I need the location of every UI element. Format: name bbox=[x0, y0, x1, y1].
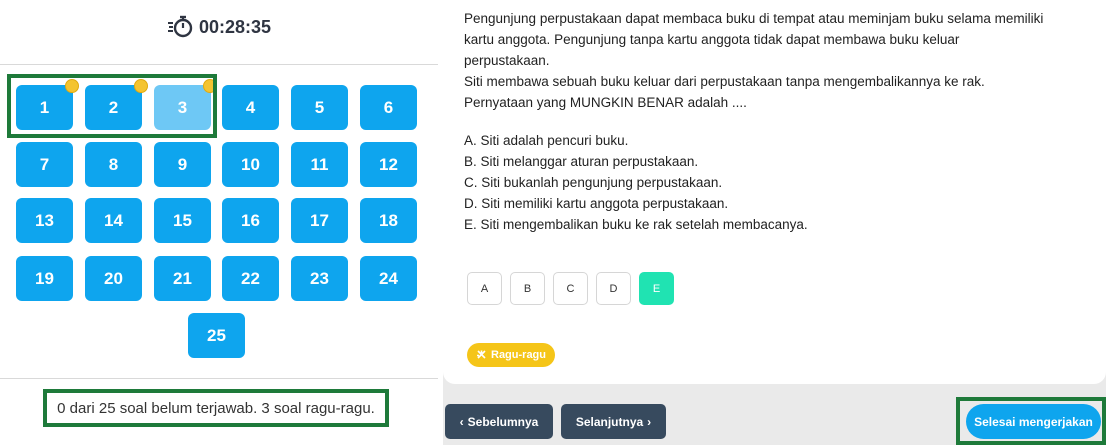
ragu-label: Ragu-ragu bbox=[491, 349, 546, 361]
question-number: 25 bbox=[207, 325, 226, 345]
question-number: 16 bbox=[241, 210, 260, 230]
answer-buttons: A B C D E bbox=[467, 272, 674, 305]
answer-c-button[interactable]: C bbox=[553, 272, 588, 305]
option-list: A. Siti adalah pencuri buku. B. Siti mel… bbox=[464, 130, 1094, 235]
status-summary: 0 dari 25 soal belum terjawab. 3 soal ra… bbox=[43, 389, 389, 427]
question-14-button[interactable]: 14 bbox=[85, 198, 142, 243]
question-number: 15 bbox=[173, 210, 192, 230]
chevron-left-icon: ‹ bbox=[459, 414, 464, 429]
answer-e-button[interactable]: E bbox=[639, 272, 674, 305]
question-number: 8 bbox=[108, 154, 119, 174]
question-21-button[interactable]: 21 bbox=[154, 256, 211, 301]
highlight-frame bbox=[7, 74, 217, 138]
question-line: kartu anggota. Pengunjung tanpa kartu an… bbox=[464, 32, 960, 47]
question-card: Pengunjung perpustakaan dapat membaca bu… bbox=[443, 0, 1106, 384]
question-15-button[interactable]: 15 bbox=[154, 198, 211, 243]
question-4-button[interactable]: 4 bbox=[222, 85, 279, 130]
question-22-button[interactable]: 22 bbox=[222, 256, 279, 301]
question-number: 7 bbox=[39, 154, 50, 174]
question-number: 14 bbox=[104, 210, 123, 230]
question-number: 22 bbox=[241, 268, 260, 288]
question-number: 24 bbox=[379, 268, 398, 288]
question-text: Pengunjung perpustakaan dapat membaca bu… bbox=[464, 8, 1094, 113]
question-7-button[interactable]: 7 bbox=[16, 142, 73, 187]
question-24-button[interactable]: 24 bbox=[360, 256, 417, 301]
previous-label: Sebelumnya bbox=[467, 414, 539, 429]
question-18-button[interactable]: 18 bbox=[360, 198, 417, 243]
question-16-button[interactable]: 16 bbox=[222, 198, 279, 243]
question-number: 13 bbox=[35, 210, 54, 230]
question-11-button[interactable]: 11 bbox=[291, 142, 348, 187]
answer-b-button[interactable]: B bbox=[510, 272, 545, 305]
question-9-button[interactable]: 9 bbox=[154, 142, 211, 187]
next-button[interactable]: Selanjutnya › bbox=[561, 404, 666, 439]
question-number: 9 bbox=[177, 154, 188, 174]
option-e: E. Siti mengembalikan buku ke rak setela… bbox=[464, 217, 808, 232]
question-number: 21 bbox=[173, 268, 192, 288]
question-number: 17 bbox=[310, 210, 329, 230]
divider bbox=[0, 378, 438, 379]
option-d: D. Siti memiliki kartu anggota perpustak… bbox=[464, 196, 729, 211]
question-grid: 1 2 3 4 5 6 7 8 9 10 11 12 13 14 15 16 17 18 19 20 21 22 23 24 2… bbox=[0, 0, 438, 370]
question-number: 6 bbox=[383, 97, 394, 117]
question-number: 12 bbox=[379, 154, 398, 174]
question-17-button[interactable]: 17 bbox=[291, 198, 348, 243]
question-number: 4 bbox=[245, 97, 256, 117]
question-number: 23 bbox=[310, 268, 329, 288]
finish-button[interactable]: Selesai mengerjakan bbox=[966, 404, 1101, 439]
question-panel: Pengunjung perpustakaan dapat membaca bu… bbox=[443, 0, 1106, 445]
question-20-button[interactable]: 20 bbox=[85, 256, 142, 301]
question-12-button[interactable]: 12 bbox=[360, 142, 417, 187]
question-13-button[interactable]: 13 bbox=[16, 198, 73, 243]
answer-d-button[interactable]: D bbox=[596, 272, 631, 305]
option-a: A. Siti adalah pencuri buku. bbox=[464, 133, 629, 148]
doubt-icon bbox=[477, 349, 486, 359]
chevron-right-icon: › bbox=[647, 414, 652, 429]
question-number: 19 bbox=[35, 268, 54, 288]
status-text: 0 dari 25 soal belum terjawab. 3 soal ra… bbox=[57, 399, 375, 417]
question-number: 11 bbox=[310, 154, 329, 174]
question-line: Pengunjung perpustakaan dapat membaca bu… bbox=[464, 11, 1044, 26]
question-number: 20 bbox=[104, 268, 123, 288]
question-10-button[interactable]: 10 bbox=[222, 142, 279, 187]
next-label: Selanjutnya bbox=[575, 414, 644, 429]
question-23-button[interactable]: 23 bbox=[291, 256, 348, 301]
question-number: 10 bbox=[241, 154, 260, 174]
previous-button[interactable]: ‹ Sebelumnya bbox=[445, 404, 553, 439]
option-c: C. Siti bukanlah pengunjung perpustakaan… bbox=[464, 175, 723, 190]
ragu-ragu-button[interactable]: Ragu-ragu bbox=[467, 343, 555, 367]
question-line: Siti membawa sebuah buku keluar dari per… bbox=[464, 74, 985, 89]
question-line: perpustakaan. bbox=[464, 53, 550, 68]
question-25-button[interactable]: 25 bbox=[188, 313, 245, 358]
option-b: B. Siti melanggar aturan perpustakaan. bbox=[464, 154, 699, 169]
question-6-button[interactable]: 6 bbox=[360, 85, 417, 130]
question-5-button[interactable]: 5 bbox=[291, 85, 348, 130]
question-number: 5 bbox=[314, 97, 325, 117]
question-19-button[interactable]: 19 bbox=[16, 256, 73, 301]
question-line: Pernyataan yang MUNGKIN BENAR adalah ...… bbox=[464, 95, 747, 110]
question-navigator-panel: 00:28:35 1 2 3 4 5 6 7 8 9 10 11 12 13 14 15 16 17 18 19 20… bbox=[0, 0, 438, 445]
answer-a-button[interactable]: A bbox=[467, 272, 502, 305]
question-8-button[interactable]: 8 bbox=[85, 142, 142, 187]
question-number: 18 bbox=[379, 210, 398, 230]
